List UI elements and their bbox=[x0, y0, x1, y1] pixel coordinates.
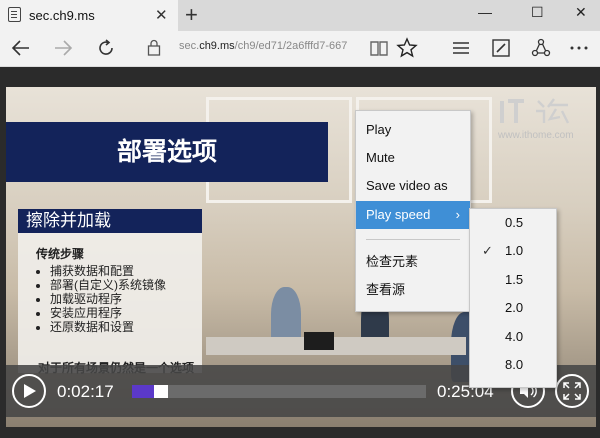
slide-bullet: 还原数据和设置 bbox=[50, 320, 202, 334]
tab-close-icon[interactable]: ✕ bbox=[155, 6, 168, 24]
menu-item-play[interactable]: Play bbox=[356, 116, 470, 144]
submenu-arrow-icon: › bbox=[455, 207, 460, 222]
navigation-bar: sec.ch9.ms/ch9/ed71/2a6fffd7-667 bbox=[0, 31, 600, 67]
hub-icon[interactable] bbox=[450, 37, 472, 59]
play-speed-submenu: 0.5 ✓ 1.0 1.5 2.0 4.0 8.0 bbox=[469, 208, 557, 388]
minimize-icon[interactable]: — bbox=[478, 4, 492, 20]
web-note-icon[interactable] bbox=[490, 37, 512, 59]
menu-item-play-speed[interactable]: Play speed › bbox=[356, 201, 470, 229]
menu-item-inspect-element[interactable]: 检查元素 bbox=[356, 248, 470, 276]
background-table bbox=[206, 337, 466, 355]
play-button[interactable] bbox=[12, 374, 46, 408]
slide-bullet: 加载驱动程序 bbox=[50, 292, 202, 306]
speed-option[interactable]: 8.0 bbox=[470, 351, 556, 379]
checkmark-icon: ✓ bbox=[482, 243, 493, 258]
page-top-strip bbox=[0, 67, 600, 87]
menu-item-view-source[interactable]: 查看源 bbox=[356, 276, 470, 304]
fullscreen-icon bbox=[563, 382, 581, 400]
seek-thumb[interactable] bbox=[154, 385, 168, 398]
tab-bar: sec.ch9.ms ✕ + — ☐ ✕ bbox=[0, 0, 600, 31]
slide-body: 传统步骤 捕获数据和配置 部署(自定义)系统镜像 加载驱动程序 安装应用程序 还… bbox=[18, 233, 202, 375]
page-bottom-strip bbox=[0, 427, 600, 438]
page-icon bbox=[8, 7, 21, 22]
watermark-site: www.ithome.com bbox=[498, 130, 574, 141]
menu-item-mute[interactable]: Mute bbox=[356, 144, 470, 172]
menu-item-save-video[interactable]: Save video as bbox=[356, 172, 470, 200]
slide-heading: 传统步骤 bbox=[36, 247, 85, 261]
ithome-logo-mark bbox=[500, 98, 570, 124]
refresh-icon[interactable] bbox=[95, 37, 117, 59]
ithome-logo: www.ithome.com bbox=[498, 95, 584, 141]
background-laptop bbox=[304, 332, 334, 350]
seek-progress bbox=[132, 385, 154, 398]
new-tab-button[interactable]: + bbox=[185, 2, 198, 28]
speed-option[interactable]: 1.5 bbox=[470, 266, 556, 294]
lock-icon bbox=[147, 39, 161, 56]
forward-icon[interactable] bbox=[52, 37, 74, 59]
close-window-icon[interactable]: ✕ bbox=[575, 4, 587, 21]
speed-option-selected[interactable]: ✓ 1.0 bbox=[470, 237, 556, 265]
slide-subtitle: 擦除并加载 bbox=[18, 209, 202, 233]
slide-bullet: 捕获数据和配置 bbox=[50, 264, 202, 278]
tab-title: sec.ch9.ms bbox=[29, 8, 95, 23]
back-icon[interactable] bbox=[10, 37, 32, 59]
speed-option[interactable]: 0.5 bbox=[470, 209, 556, 237]
current-time: 0:02:17 bbox=[57, 382, 114, 401]
slide-title: 部署选项 bbox=[6, 122, 328, 182]
share-icon[interactable] bbox=[530, 37, 552, 59]
menu-separator bbox=[366, 239, 460, 240]
favorite-star-icon[interactable] bbox=[396, 37, 418, 59]
speed-option[interactable]: 2.0 bbox=[470, 294, 556, 322]
more-icon[interactable] bbox=[568, 37, 590, 59]
maximize-icon[interactable]: ☐ bbox=[531, 4, 544, 21]
browser-tab[interactable]: sec.ch9.ms ✕ bbox=[0, 0, 178, 31]
slide-bullet: 部署(自定义)系统镜像 bbox=[50, 278, 202, 292]
speed-option[interactable]: 4.0 bbox=[470, 323, 556, 351]
address-bar[interactable]: sec.ch9.ms/ch9/ed71/2a6fffd7-667 bbox=[143, 36, 361, 60]
fullscreen-button[interactable] bbox=[555, 374, 589, 408]
reading-view-icon[interactable] bbox=[368, 37, 390, 59]
seek-bar[interactable] bbox=[132, 385, 426, 398]
play-icon bbox=[24, 384, 36, 398]
address-url[interactable]: sec.ch9.ms/ch9/ed71/2a6fffd7-667 bbox=[179, 40, 359, 52]
slide-bullet: 安装应用程序 bbox=[50, 306, 202, 320]
context-menu: Play Mute Save video as Play speed › 检查元素… bbox=[355, 110, 471, 312]
